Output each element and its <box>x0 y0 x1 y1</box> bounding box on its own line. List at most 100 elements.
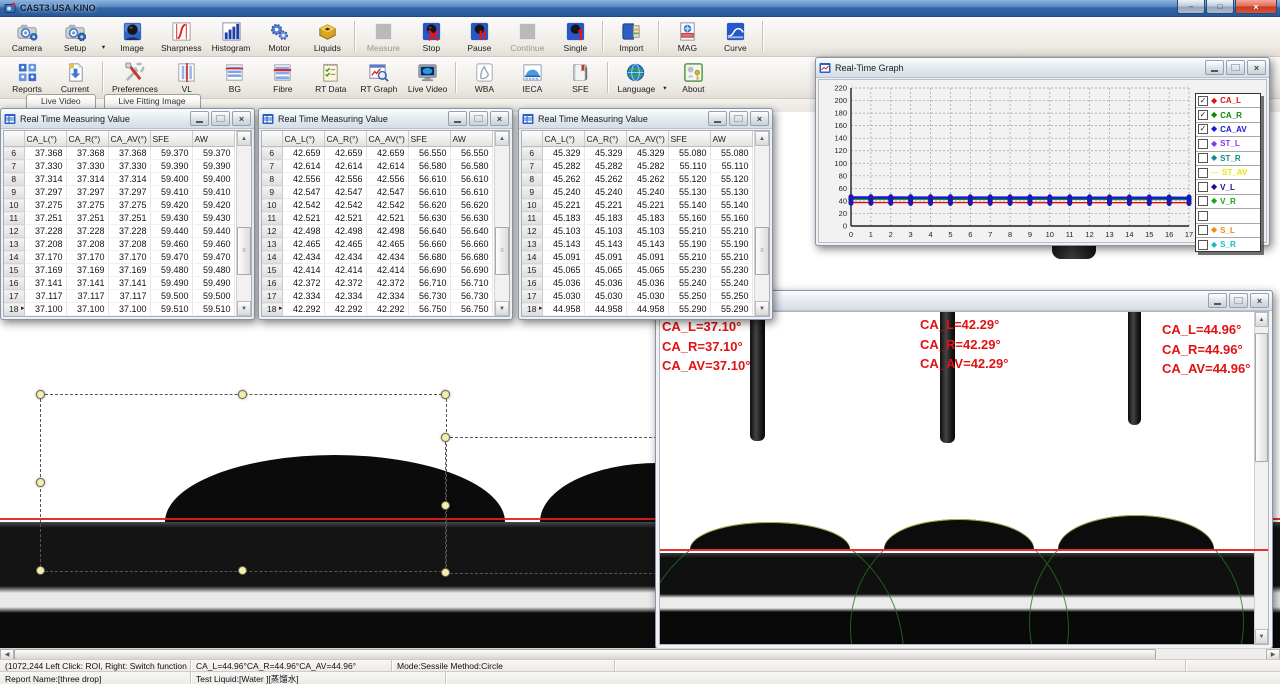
scroll-up-icon[interactable]: ▲ <box>1255 312 1268 327</box>
legend-item-st_av[interactable]: —ST_AV <box>1196 166 1260 180</box>
fitting-image-window[interactable]: × CA_L=37.10°CA_R=37.10°CA_AV=37.10° CA_… <box>655 290 1273 649</box>
pause-button[interactable]: Pause <box>455 18 503 55</box>
child-window-titlebar[interactable]: Real-Time Graph × <box>816 58 1269 78</box>
column-header[interactable]: CA_R(°) <box>66 131 108 147</box>
column-header[interactable]: CA_AV(°) <box>626 131 668 147</box>
legend-checkbox[interactable] <box>1198 225 1208 235</box>
column-header[interactable]: AW <box>192 131 234 147</box>
maximize-button[interactable] <box>469 111 488 126</box>
row-number-header[interactable] <box>522 131 542 147</box>
table-row[interactable]: 18▸37.10037.10037.10059.51059.510 <box>4 303 234 316</box>
table-row[interactable]: 742.61442.61442.61456.58056.580 <box>262 160 492 173</box>
sharpness-button[interactable]: Sharpness <box>156 18 207 55</box>
table-row[interactable]: 637.36837.36837.36859.37059.370 <box>4 147 234 160</box>
legend-checkbox[interactable] <box>1198 196 1208 206</box>
roi-handle[interactable] <box>441 433 450 442</box>
table-row[interactable]: 1637.14137.14137.14159.49059.490 <box>4 277 234 290</box>
liquids-button[interactable]: Liquids <box>303 18 351 55</box>
minimize-button[interactable] <box>1205 60 1224 75</box>
minimize-button[interactable] <box>708 111 727 126</box>
legend-checkbox[interactable]: ✓ <box>1198 110 1208 120</box>
single-button[interactable]: Single <box>551 18 599 55</box>
legend-checkbox[interactable] <box>1198 211 1208 221</box>
row-number-header[interactable] <box>4 131 24 147</box>
rt-data-button[interactable]: RT Data <box>307 59 355 96</box>
vertical-scrollbar[interactable]: ▲≡▼ <box>754 131 769 316</box>
maximize-button[interactable] <box>1226 60 1245 75</box>
legend-checkbox[interactable] <box>1198 240 1208 250</box>
scroll-up-icon[interactable]: ▲ <box>237 131 251 146</box>
image-button[interactable]: Image <box>108 18 156 55</box>
scroll-up-icon[interactable]: ▲ <box>495 131 509 146</box>
legend-item-s_r[interactable]: ◆S_R <box>1196 238 1260 251</box>
setup-button[interactable]: Setup <box>51 18 99 55</box>
roi-handle[interactable] <box>36 390 45 399</box>
table-row[interactable]: 937.29737.29737.29759.41059.410 <box>4 186 234 199</box>
live-video-button[interactable]: Live Video <box>403 59 453 96</box>
table-row[interactable]: 1645.03645.03645.03655.24055.240 <box>522 277 752 290</box>
column-header[interactable]: AW <box>450 131 492 147</box>
table-row[interactable]: 18▸44.95844.95844.95855.29055.290 <box>522 303 752 316</box>
table-row[interactable]: 1642.37242.37242.37256.71056.710 <box>262 277 492 290</box>
column-header[interactable]: CA_L(°) <box>24 131 66 147</box>
table-row[interactable]: 1337.20837.20837.20859.46059.460 <box>4 238 234 251</box>
preferences-button[interactable]: Preferences <box>107 59 163 96</box>
table-row[interactable]: 1442.43442.43442.43456.68056.680 <box>262 251 492 264</box>
child-window-titlebar[interactable]: Real Time Measuring Value × <box>1 109 254 129</box>
ieca-button[interactable]: IECA <box>508 59 556 96</box>
column-header[interactable]: AW <box>710 131 752 147</box>
maximize-button[interactable] <box>1229 293 1248 308</box>
measuring-value-window-1[interactable]: Real Time Measuring Value × CA_L(°)CA_R(… <box>0 108 255 320</box>
roi-handle[interactable] <box>441 568 450 577</box>
table-row[interactable]: 1242.49842.49842.49856.64056.640 <box>262 225 492 238</box>
roi-handle[interactable] <box>36 478 45 487</box>
maximize-button[interactable] <box>211 111 230 126</box>
legend-item-v_r[interactable]: ◆V_R <box>1196 195 1260 209</box>
realtime-graph-window[interactable]: Real-Time Graph × 0204060801001201401601… <box>815 57 1270 246</box>
scroll-down-icon[interactable]: ▼ <box>755 301 769 316</box>
scrollbar-thumb[interactable] <box>1255 333 1268 462</box>
current-button[interactable]: Current <box>51 59 99 96</box>
maximize-button[interactable]: □ <box>1206 0 1234 14</box>
minimize-button[interactable] <box>1208 293 1227 308</box>
legend-checkbox[interactable] <box>1198 182 1208 192</box>
column-header[interactable]: CA_L(°) <box>282 131 324 147</box>
legend-item-s_l[interactable]: ◆S_L <box>1196 224 1260 238</box>
roi-handle[interactable] <box>441 390 450 399</box>
setup-dropdown-arrow-icon[interactable]: ▾ <box>99 17 108 56</box>
sfe-button[interactable]: SFE <box>556 59 604 96</box>
close-button[interactable]: × <box>232 111 251 126</box>
language-button[interactable]: Language <box>612 59 660 96</box>
about-button[interactable]: About <box>669 59 717 96</box>
title-bar[interactable]: CAST3 USA KINO – □ × <box>0 0 1280 17</box>
histogram-button[interactable]: Histogram <box>207 18 256 55</box>
language-dropdown-arrow-icon[interactable]: ▾ <box>660 58 669 97</box>
scrollbar-thumb[interactable]: ≡ <box>495 227 509 276</box>
table-row[interactable]: 1745.03045.03045.03055.25055.250 <box>522 290 752 303</box>
column-header[interactable]: CA_AV(°) <box>108 131 150 147</box>
table-row[interactable]: 1445.09145.09145.09155.21055.210 <box>522 251 752 264</box>
table-row[interactable]: 1545.06545.06545.06555.23055.230 <box>522 264 752 277</box>
legend-checkbox[interactable] <box>1198 139 1208 149</box>
table-row[interactable]: 1145.18345.18345.18355.16055.160 <box>522 212 752 225</box>
motor-button[interactable]: Motor <box>255 18 303 55</box>
scrollbar-thumb[interactable]: ≡ <box>237 227 251 276</box>
column-header[interactable]: CA_R(°) <box>324 131 366 147</box>
table-row[interactable]: 842.55642.55642.55656.61056.610 <box>262 173 492 186</box>
scroll-down-icon[interactable]: ▼ <box>237 301 251 316</box>
close-button[interactable]: × <box>1250 293 1269 308</box>
bg-button[interactable]: BG <box>211 59 259 96</box>
legend-checkbox[interactable]: ✓ <box>1198 96 1208 106</box>
legend-item-ca_l[interactable]: ✓◆CA_L <box>1196 94 1260 108</box>
reports-button[interactable]: Reports <box>3 59 51 96</box>
table-row[interactable]: 837.31437.31437.31459.40059.400 <box>4 173 234 186</box>
legend-item-st_l[interactable]: ◆ST_L <box>1196 137 1260 151</box>
table-row[interactable]: 1142.52142.52142.52156.63056.630 <box>262 212 492 225</box>
child-window-titlebar[interactable]: Real Time Measuring Value × <box>259 109 512 129</box>
roi-rectangle[interactable] <box>445 437 662 574</box>
scroll-down-icon[interactable]: ▼ <box>1255 629 1268 644</box>
legend-item-ca_av[interactable]: ✓◆CA_AV <box>1196 123 1260 137</box>
column-header[interactable]: SFE <box>408 131 450 147</box>
table-row[interactable]: 1342.46542.46542.46556.66056.660 <box>262 238 492 251</box>
column-header[interactable]: CA_AV(°) <box>366 131 408 147</box>
